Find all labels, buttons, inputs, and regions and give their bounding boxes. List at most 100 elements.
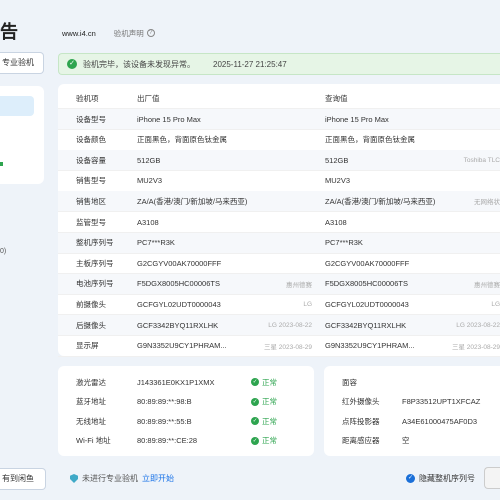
start-now-link[interactable]: 立即开始: [142, 473, 174, 484]
row-factory-value: A3108: [137, 217, 159, 227]
check-circle-icon: ✓: [251, 397, 259, 406]
table-row: 主板序列号 G2CGYV00AK70000FFF G2CGYV00AK70000FF…: [58, 253, 500, 275]
row-query-note: 无网络状: [474, 199, 500, 207]
face-id-label: 距离感应器: [342, 436, 380, 445]
left-count-fragment: 0): [0, 248, 7, 255]
banner-timestamp: 2025-11-27 21:25:47: [213, 59, 287, 69]
row-factory-note: LG: [303, 300, 312, 308]
corner-action-button[interactable]: [484, 467, 500, 489]
row-factory-value: PC7***R3K: [137, 238, 175, 248]
footer-pro-text: 未进行专业验机: [82, 474, 138, 483]
footer-pro-check: 未进行专业验机 立即开始: [70, 473, 174, 484]
status-label: 无线地址: [76, 416, 106, 426]
status-row: Wi-Fi 地址 80:89:89:**:CE:28 ✓ 正常: [58, 431, 314, 451]
header-factory: 出厂值: [137, 93, 160, 103]
status-badge: ✓ 正常: [251, 435, 277, 446]
status-text: 正常: [262, 436, 277, 445]
table-row: 设备颜色 正面黑色，背面原色钛金属 正面黑色，背面原色钛金属: [58, 130, 500, 151]
check-circle-icon: ✓: [67, 59, 77, 69]
hide-serial-toggle[interactable]: ✓ 隐藏整机序列号: [406, 473, 475, 484]
row-query-value: ZA/A(香港/澳门/新加坡/马来西亚): [325, 196, 436, 206]
sell-to-xianyu-button[interactable]: 有到闲鱼: [0, 468, 46, 490]
status-badge: ✓ 正常: [251, 396, 277, 407]
row-factory-note: 惠州德赛: [286, 281, 312, 289]
top-bar: www.i4.cn 验机声明 ?: [62, 27, 155, 39]
row-factory-value: F5DGX8005HC00006TS: [137, 279, 220, 289]
check-circle-icon: ✓: [251, 436, 259, 445]
face-id-card: 面容红外摄像头 F8P33512UPT1XFCAZ 点阵投影器 A34E6100047…: [324, 366, 500, 456]
face-id-row: 红外摄像头 F8P33512UPT1XFCAZ: [324, 392, 500, 412]
row-factory-value: GCF3342BYQ11RXLHK: [137, 320, 219, 330]
row-query-value: G9N3352U9CY1PHRAM...: [325, 341, 415, 351]
row-factory-value: MU2V3: [137, 176, 163, 186]
face-id-label: 红外摄像头: [342, 397, 380, 406]
hide-serial-label: 隐藏整机序列号: [419, 474, 475, 483]
face-id-value: F8P33512UPT1XFCAZ: [402, 397, 481, 406]
row-query-value: A3108: [325, 217, 347, 227]
table-row: 整机序列号 PC7***R3K PC7***R3K: [58, 232, 500, 254]
row-label: 后摄像头: [76, 320, 106, 330]
site-url[interactable]: www.i4.cn: [62, 29, 96, 38]
header-label: 验机项: [76, 93, 99, 103]
table-row: 销售型号 MU2V3 MU2V3: [58, 171, 500, 192]
report-title-fragment: 告: [0, 22, 18, 42]
row-label: 显示屏: [76, 341, 99, 351]
banner-text: 验机完毕，该设备未发现异常。: [83, 59, 195, 69]
row-query-value: GCFGYL02UDT0000043: [325, 299, 409, 309]
row-label: 设备型号: [76, 114, 106, 124]
professional-check-button[interactable]: 专业验机: [0, 52, 44, 74]
table-row: 监管型号 A3108 A3108: [58, 212, 500, 233]
check-circle-icon: ✓: [251, 417, 259, 425]
disclaimer-label: 验机声明: [113, 28, 144, 38]
row-label: 整机序列号: [76, 238, 114, 248]
status-label: 激光雷达: [76, 377, 106, 387]
row-factory-value: GCFGYL02UDT0000043: [137, 299, 221, 309]
face-id-row: 面容: [324, 372, 500, 392]
face-id-label: 点阵投影器: [342, 416, 380, 426]
status-text: 正常: [262, 416, 277, 426]
row-label: 电池序列号: [76, 279, 114, 289]
left-selected-item[interactable]: [0, 96, 34, 116]
table-row: 前摄像头 GCFGYL02UDT0000043 LG GCFGYL02UDT00000…: [58, 294, 500, 316]
row-query-value: 正面黑色，背面原色钛金属: [325, 135, 415, 145]
row-factory-value: iPhone 15 Pro Max: [137, 114, 201, 124]
shield-icon: [70, 474, 78, 483]
comparison-table: 验机项 出厂值 查询值 设备型号 iPhone 15 Pro Max iPhone …: [58, 84, 500, 357]
row-factory-value: 正面黑色，背面原色钛金属: [137, 135, 227, 145]
checkbox-checked-icon[interactable]: ✓: [406, 474, 415, 483]
status-label: Wi-Fi 地址: [76, 436, 111, 445]
row-label: 销售型号: [76, 176, 106, 186]
row-query-value: G2CGYV00AK70000FFF: [325, 258, 410, 268]
row-label: 销售地区: [76, 196, 106, 206]
status-label: 蓝牙地址: [76, 397, 106, 406]
row-query-value: iPhone 15 Pro Max: [325, 114, 389, 124]
row-query-value: F5DGX8005HC00006TS: [325, 279, 408, 289]
face-id-value: A34E61000475AF0D3: [402, 416, 478, 426]
table-row: 后摄像头 GCF3342BYQ11RXLHK LG 2023-08-22 GCF334…: [58, 315, 500, 336]
row-label: 主板序列号: [76, 258, 114, 268]
result-banner: ✓ 验机完毕，该设备未发现异常。 2025-11-27 21:25:47: [58, 53, 500, 75]
face-id-row: 距离感应器 空: [324, 431, 500, 451]
left-summary-card: [0, 86, 44, 184]
status-badge: ✓ 正常: [251, 416, 277, 427]
row-query-value: GCF3342BYQ11RXLHK: [325, 320, 407, 330]
hardware-status-card: 激光雷达 J143361E0KX1P1XMX ✓ 正常 蓝牙地址 80:89:89:**:…: [58, 366, 314, 456]
row-query-value: PC7***R3K: [325, 238, 363, 248]
row-factory-value: ZA/A(香港/澳门/新加坡/马来西亚): [137, 196, 248, 206]
status-value: J143361E0KX1P1XMX: [137, 377, 215, 387]
face-id-value: 空: [402, 436, 410, 445]
row-factory-value: 512GB: [137, 155, 161, 165]
left-panel: 告 专业验机 0) 有到闲鱼: [0, 0, 52, 500]
table-row: 设备型号 iPhone 15 Pro Max iPhone 15 Pro Max: [58, 109, 500, 130]
status-row: 无线地址 80:89:89:**:55:B ✓ 正常: [58, 411, 314, 431]
face-id-row: 点阵投影器 A34E61000475AF0D3: [324, 411, 500, 431]
table-row: 销售地区 ZA/A(香港/澳门/新加坡/马来西亚) ZA/A(香港/澳门/新加坡/马…: [58, 191, 500, 213]
row-factory-value: G9N3352U9CY1PHRAM...: [137, 341, 227, 351]
row-label: 前摄像头: [76, 299, 106, 309]
disclaimer-link[interactable]: 验机声明 ?: [114, 28, 155, 39]
row-label: 设备颜色: [76, 135, 106, 145]
help-icon[interactable]: ?: [146, 29, 155, 37]
row-query-note: 三星 2023-08-29: [451, 343, 500, 351]
row-query-note: Toshiba TLC: [463, 156, 500, 164]
status-value: 80:89:89:**:CE:28: [137, 436, 198, 445]
